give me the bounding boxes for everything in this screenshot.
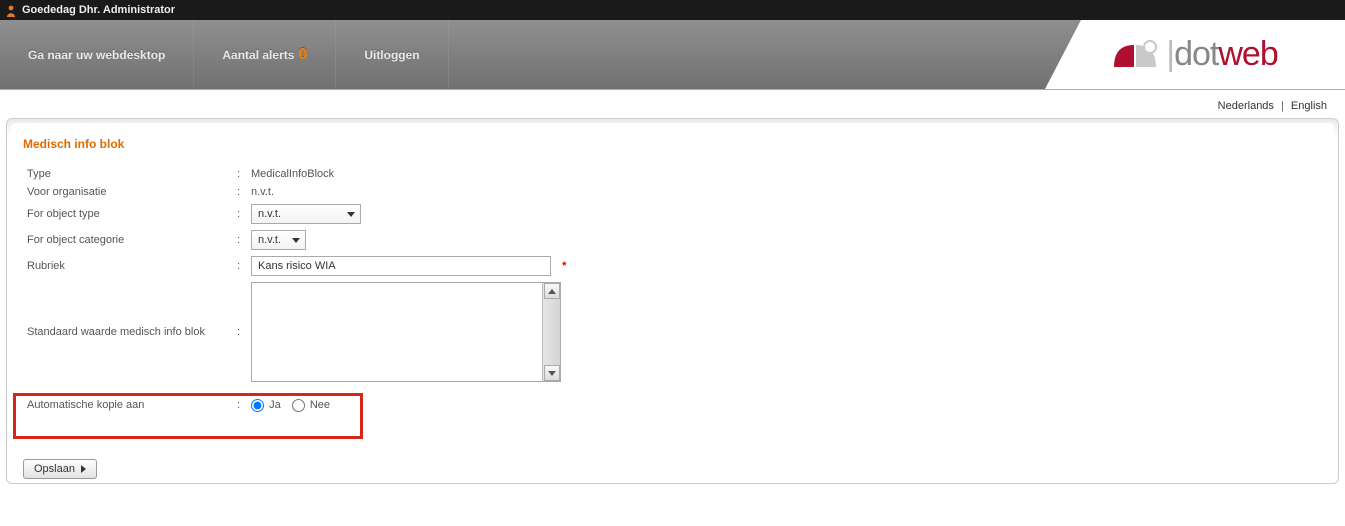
row-type: Type : MedicalInfoBlock (23, 165, 570, 183)
lang-en-link[interactable]: English (1291, 100, 1327, 112)
scroll-down-button[interactable] (544, 365, 560, 381)
radio-nee-label[interactable]: Nee (310, 399, 330, 411)
main-panel: Medisch info blok Type : MedicalInfoBloc… (6, 118, 1339, 484)
colon: : (233, 201, 247, 227)
nav-logout[interactable]: Uitloggen (336, 20, 448, 89)
label-obj-cat: For object categorie (23, 227, 233, 253)
value-type: MedicalInfoBlock (247, 165, 570, 183)
chevron-up-icon (548, 289, 556, 294)
value-voor-org: n.v.t. (247, 183, 570, 201)
logo-part1: dot (1174, 35, 1218, 73)
row-auto-kopie: Automatische kopie aan : Ja Nee (23, 385, 570, 425)
label-rubriek: Rubriek (23, 253, 233, 279)
nav-logout-label: Uitloggen (364, 48, 419, 62)
radio-ja[interactable] (251, 399, 264, 412)
row-rubriek: Rubriek : * (23, 253, 570, 279)
scroll-up-button[interactable] (544, 283, 560, 299)
nav-alerts[interactable]: Aantal alerts 0 (194, 20, 336, 89)
std-waarde-wrap (251, 282, 561, 382)
nav-webdesktop[interactable]: Ga naar uw webdesktop (0, 20, 194, 89)
logo-part2: web (1218, 35, 1277, 73)
language-row: Nederlands | English (0, 90, 1345, 118)
textarea-scrollbar[interactable] (542, 283, 560, 381)
label-auto-kopie: Automatische kopie aan (23, 385, 233, 425)
lang-nl-link[interactable]: Nederlands (1218, 100, 1274, 112)
form-table: Type : MedicalInfoBlock Voor organisatie… (23, 165, 570, 425)
label-type: Type (23, 165, 233, 183)
row-obj-cat: For object categorie : n.v.t. (23, 227, 570, 253)
select-obj-cat-value: n.v.t. (258, 234, 281, 246)
colon: : (233, 385, 247, 425)
save-button[interactable]: Opslaan (23, 459, 97, 479)
topbar: Goededag Dhr. Administrator (0, 0, 1345, 20)
select-obj-cat[interactable]: n.v.t. (251, 230, 306, 250)
rubriek-input[interactable] (251, 256, 551, 276)
logo-sep: | (1166, 35, 1174, 73)
row-std-waarde: Standaard waarde medisch info blok : (23, 279, 570, 385)
row-obj-type: For object type : n.v.t. (23, 201, 570, 227)
navbar: Ga naar uw webdesktop Aantal alerts 0 Ui… (0, 20, 1345, 90)
radio-nee[interactable] (292, 399, 305, 412)
colon: : (233, 183, 247, 201)
logo-text: |dotweb (1166, 35, 1277, 74)
logo-icon (1112, 37, 1162, 73)
label-voor-org: Voor organisatie (23, 183, 233, 201)
user-icon (6, 4, 16, 16)
save-button-label: Opslaan (34, 463, 75, 475)
auto-kopie-radios: Ja Nee (247, 385, 570, 425)
colon: : (233, 279, 247, 385)
nav-webdesktop-label: Ga naar uw webdesktop (28, 48, 165, 62)
row-voor-org: Voor organisatie : n.v.t. (23, 183, 570, 201)
radio-ja-label[interactable]: Ja (269, 399, 281, 411)
panel-inner: Medisch info blok Type : MedicalInfoBloc… (11, 123, 1334, 453)
std-waarde-textarea[interactable] (252, 283, 542, 381)
colon: : (233, 227, 247, 253)
label-std-waarde: Standaard waarde medisch info blok (27, 326, 205, 338)
required-mark: * (562, 260, 566, 272)
colon: : (233, 253, 247, 279)
arrow-right-icon (81, 465, 86, 473)
chevron-down-icon (548, 371, 556, 376)
alert-count: 0 (298, 46, 307, 64)
greeting-text: Goededag Dhr. Administrator (22, 0, 175, 20)
lang-separator: | (1281, 100, 1284, 112)
colon: : (233, 165, 247, 183)
logo: |dotweb (1045, 20, 1345, 89)
select-obj-type[interactable]: n.v.t. (251, 204, 361, 224)
label-obj-type: For object type (23, 201, 233, 227)
select-obj-type-value: n.v.t. (258, 208, 281, 220)
nav-alerts-label: Aantal alerts (222, 48, 294, 62)
panel-title: Medisch info blok (23, 137, 1322, 151)
